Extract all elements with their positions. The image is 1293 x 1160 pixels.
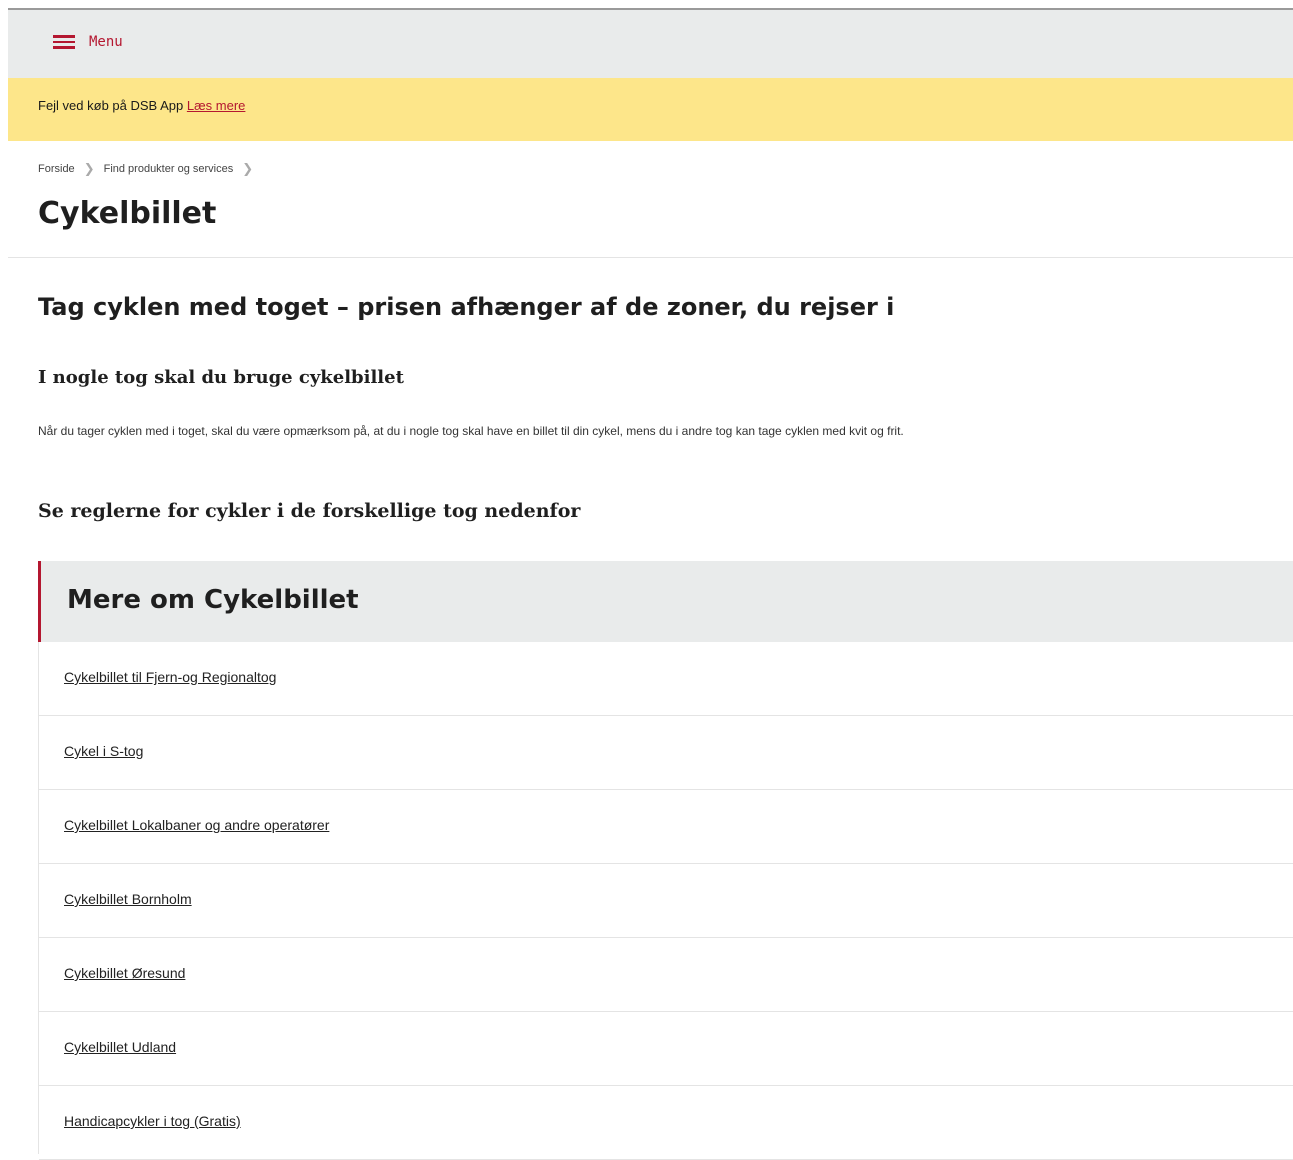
header-divider [8, 257, 1293, 258]
hamburger-icon [53, 35, 75, 49]
panel-title: Mere om Cykelbillet [67, 585, 359, 615]
list-item: Cykelbillet Øresund [39, 938, 1293, 1012]
chevron-right-icon: ❯ [83, 161, 95, 176]
list-item: Cykelbillet til Fjern-og Regionaltog [39, 642, 1293, 716]
link-oresund[interactable]: Cykelbillet Øresund [64, 965, 185, 981]
subheading: I nogle tog skal du bruge cykelbillet [38, 367, 404, 388]
alert-banner: Fejl ved køb på DSB App Læs mere [8, 78, 1293, 141]
breadcrumb-item-find-produkter[interactable]: Find produkter og services [104, 163, 234, 175]
alert-read-more-link[interactable]: Læs mere [187, 98, 246, 113]
rules-heading: Se reglerne for cykler i de forskellige … [38, 500, 581, 522]
list-item: Handicapcykler i tog (Gratis) [39, 1086, 1293, 1160]
list-item: Cykel i S-tog [39, 716, 1293, 790]
breadcrumb: Forside ❯ Find produkter og services ❯ [38, 161, 262, 177]
list-item: Cykelbillet Lokalbaner og andre operatør… [39, 790, 1293, 864]
alert-text: Fejl ved køb på DSB App [38, 98, 184, 113]
alert-message: Fejl ved køb på DSB App Læs mere [38, 98, 245, 113]
link-handicapcykler[interactable]: Handicapcykler i tog (Gratis) [64, 1113, 241, 1129]
link-udland[interactable]: Cykelbillet Udland [64, 1039, 176, 1055]
intro-paragraph: Når du tager cyklen med i toget, skal du… [38, 424, 904, 438]
menu-bar: Menu [8, 10, 1293, 78]
link-fjern-regionaltog[interactable]: Cykelbillet til Fjern-og Regionaltog [64, 669, 276, 685]
menu-button[interactable]: Menu [53, 34, 123, 50]
more-about-panel-header: Mere om Cykelbillet [38, 561, 1293, 642]
intro-heading: Tag cyklen med toget – prisen afhænger a… [38, 293, 895, 321]
more-about-link-list: Cykelbillet til Fjern-og Regionaltog Cyk… [38, 642, 1293, 1160]
link-cykel-s-tog[interactable]: Cykel i S-tog [64, 743, 143, 759]
list-item: Cykelbillet Bornholm [39, 864, 1293, 938]
page-title: Cykelbillet [38, 196, 217, 231]
link-lokalbaner[interactable]: Cykelbillet Lokalbaner og andre operatør… [64, 817, 329, 833]
chevron-right-icon: ❯ [242, 161, 254, 176]
menu-label: Menu [89, 34, 123, 50]
breadcrumb-item-forside[interactable]: Forside [38, 163, 75, 175]
link-bornholm[interactable]: Cykelbillet Bornholm [64, 891, 192, 907]
list-item: Cykelbillet Udland [39, 1012, 1293, 1086]
